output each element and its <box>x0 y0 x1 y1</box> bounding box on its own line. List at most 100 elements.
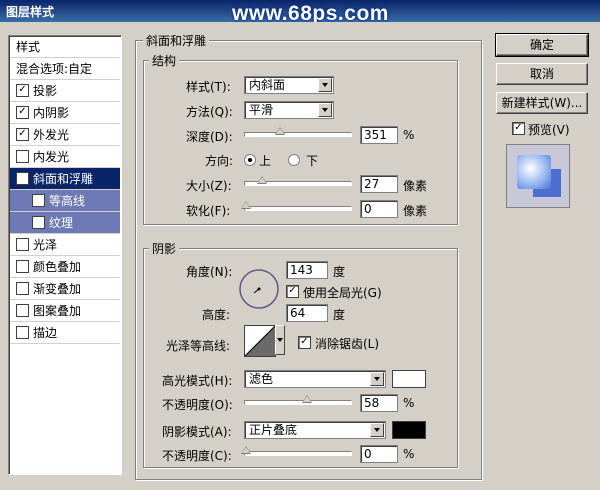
preview-checkbox[interactable]: ✓ <box>512 122 525 135</box>
direction-down-label: 下 <box>306 154 319 168</box>
style-select[interactable]: 内斜面 <box>244 76 334 94</box>
style-label: 样式(T): <box>186 80 231 94</box>
slider-thumb[interactable] <box>302 395 312 403</box>
altitude-input[interactable]: 64 <box>286 304 328 322</box>
soften-unit: 像素 <box>403 204 428 218</box>
bevel-emboss-title: 斜面和浮雕 <box>143 32 210 49</box>
soften-label: 软化(F): <box>186 204 231 218</box>
soften-input[interactable]: 0 <box>360 200 398 218</box>
style-item-bevel-emboss[interactable]: ✓ 斜面和浮雕 <box>10 168 120 190</box>
shadow-opacity-slider[interactable] <box>241 446 352 456</box>
shading-title: 阴影 <box>149 240 180 257</box>
gloss-contour-picker[interactable] <box>244 325 276 357</box>
styles-header[interactable]: 样式 <box>10 36 120 58</box>
altitude-unit: 度 <box>333 308 346 322</box>
shadow-opacity-label: 不透明度(C): <box>162 449 232 463</box>
contour-curve-icon <box>244 325 276 357</box>
chevron-down-icon <box>370 423 384 437</box>
angle-unit: 度 <box>333 265 346 279</box>
global-light-checkbox[interactable]: ✓ <box>286 285 299 298</box>
cancel-button[interactable]: 取消 <box>496 63 588 85</box>
slider-thumb[interactable] <box>241 201 251 209</box>
style-item-satin[interactable]: 光泽 <box>10 234 120 256</box>
highlight-opacity-input[interactable]: 58 <box>360 394 398 412</box>
preview-label: 预览(V) <box>528 123 570 137</box>
chevron-down-icon <box>318 103 332 117</box>
style-item-texture[interactable]: 纹理 <box>10 212 120 234</box>
gloss-contour-label: 光泽等高线: <box>166 339 231 353</box>
checkbox-icon[interactable]: ✓ <box>16 84 29 97</box>
ok-button[interactable]: 确定 <box>495 33 589 57</box>
depth-input[interactable]: 351 <box>360 126 398 144</box>
antialias-label: 消除锯齿(L) <box>315 337 380 351</box>
highlight-opacity-unit: % <box>403 396 415 410</box>
structure-title: 结构 <box>149 52 180 69</box>
highlight-mode-select[interactable]: 滤色 <box>244 370 386 388</box>
angle-label: 角度(N): <box>186 265 233 279</box>
depth-slider[interactable] <box>244 127 352 137</box>
checkbox-icon[interactable]: ✓ <box>16 172 29 185</box>
style-item-inner-shadow[interactable]: ✓ 内阴影 <box>10 102 120 124</box>
direction-up-radio[interactable] <box>244 154 256 166</box>
shadow-mode-label: 阴影模式(A): <box>162 425 232 439</box>
highlight-mode-label: 高光模式(H): <box>162 374 233 388</box>
checkbox-icon[interactable] <box>16 304 29 317</box>
antialias-checkbox[interactable]: ✓ <box>298 336 311 349</box>
slider-thumb[interactable] <box>275 127 285 135</box>
checkbox-icon[interactable]: ✓ <box>32 194 45 207</box>
size-label: 大小(Z): <box>186 179 232 193</box>
checkbox-icon[interactable] <box>16 260 29 273</box>
altitude-label: 高度: <box>202 308 231 322</box>
style-item-gradient-overlay[interactable]: 渐变叠加 <box>10 278 120 300</box>
global-light-label: 使用全局光(G) <box>303 286 382 300</box>
title-bar: 图层样式 www.68ps.com <box>0 0 600 25</box>
style-item-stroke[interactable]: 描边 <box>10 322 120 344</box>
dialog-body: 样式 混合选项:自定 ✓ 投影 ✓ 内阴影 ✓ 外发光 内发光 ✓ 斜面和浮雕 ✓ 等高线… <box>0 22 600 490</box>
technique-select[interactable]: 平滑 <box>244 101 334 119</box>
chevron-down-icon <box>370 372 384 386</box>
size-unit: 像素 <box>403 179 428 193</box>
slider-thumb[interactable] <box>241 446 251 454</box>
preview-swatch <box>517 155 551 189</box>
shadow-opacity-input[interactable]: 0 <box>360 445 398 463</box>
size-slider[interactable] <box>244 176 352 186</box>
soften-slider[interactable] <box>241 201 352 211</box>
depth-label: 深度(D): <box>186 130 233 144</box>
checkbox-icon[interactable]: ✓ <box>16 128 29 141</box>
chevron-down-icon <box>318 78 332 92</box>
checkbox-icon[interactable] <box>16 150 29 163</box>
checkbox-icon[interactable] <box>16 238 29 251</box>
highlight-opacity-label: 不透明度(O): <box>162 398 233 412</box>
style-item-contour[interactable]: ✓ 等高线 <box>10 190 120 212</box>
blending-options-item[interactable]: 混合选项:自定 <box>10 58 120 80</box>
checkbox-icon[interactable] <box>16 282 29 295</box>
shadow-color-swatch[interactable] <box>392 421 426 439</box>
size-input[interactable]: 27 <box>360 175 398 193</box>
style-item-outer-glow[interactable]: ✓ 外发光 <box>10 124 120 146</box>
slider-thumb[interactable] <box>257 176 267 184</box>
depth-unit: % <box>403 128 415 142</box>
styles-list: 样式 混合选项:自定 ✓ 投影 ✓ 内阴影 ✓ 外发光 内发光 ✓ 斜面和浮雕 ✓ 等高线… <box>8 35 122 475</box>
direction-down-radio[interactable] <box>288 154 300 166</box>
style-item-color-overlay[interactable]: 颜色叠加 <box>10 256 120 278</box>
shadow-opacity-unit: % <box>403 447 415 461</box>
highlight-color-swatch[interactable] <box>392 370 426 388</box>
checkbox-icon[interactable] <box>16 326 29 339</box>
contour-dropdown-button[interactable] <box>275 325 285 355</box>
direction-up-label: 上 <box>259 154 272 168</box>
technique-label: 方法(Q): <box>186 105 233 119</box>
checkbox-icon[interactable]: ✓ <box>16 106 29 119</box>
window-title: 图层样式 <box>6 5 55 19</box>
style-item-pattern-overlay[interactable]: 图案叠加 <box>10 300 120 322</box>
checkbox-icon[interactable] <box>32 216 45 229</box>
chevron-down-icon <box>277 338 283 342</box>
direction-label: 方向: <box>205 154 234 168</box>
shadow-mode-select[interactable]: 正片叠底 <box>244 421 386 439</box>
style-item-drop-shadow[interactable]: ✓ 投影 <box>10 80 120 102</box>
highlight-opacity-slider[interactable] <box>244 395 352 405</box>
style-item-inner-glow[interactable]: 内发光 <box>10 146 120 168</box>
angle-wheel-icon[interactable] <box>238 268 280 310</box>
new-style-button[interactable]: 新建样式(W)... <box>496 92 588 114</box>
angle-input[interactable]: 143 <box>286 261 328 279</box>
style-preview <box>506 144 570 208</box>
